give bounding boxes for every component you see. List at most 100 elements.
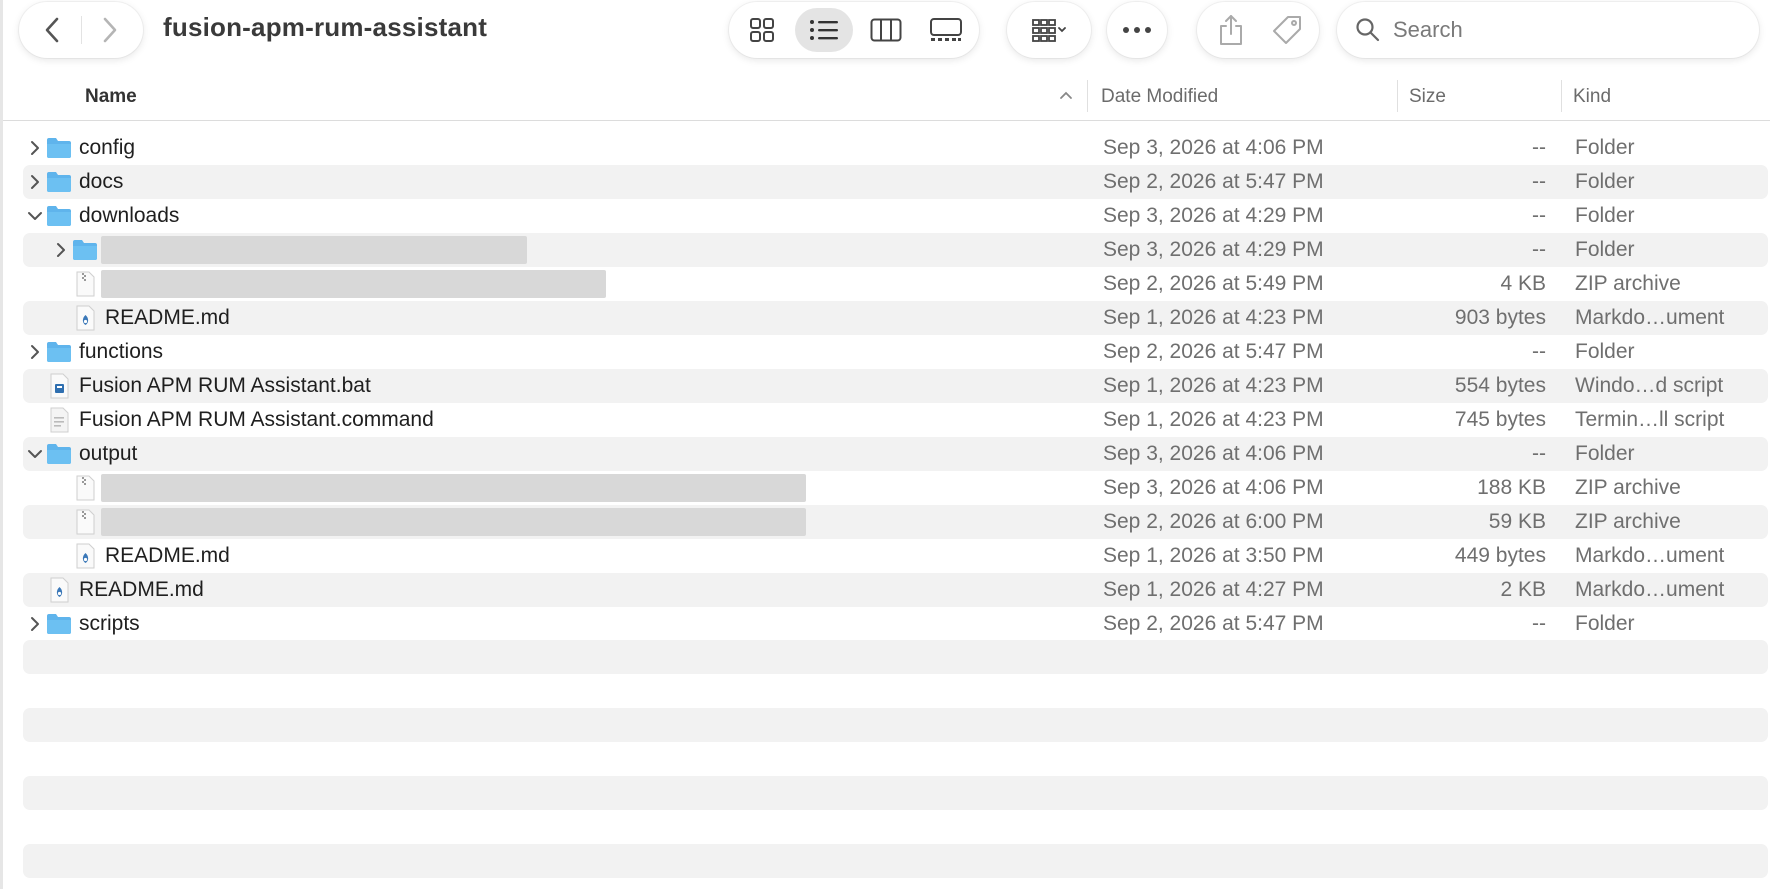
date-modified: Sep 1, 2026 at 4:23 PM	[1103, 306, 1324, 329]
file-size: --	[1532, 170, 1546, 193]
tag-icon	[1273, 16, 1301, 44]
more-actions-button[interactable]	[1107, 2, 1167, 58]
folder-icon	[45, 338, 73, 366]
file-row[interactable]: docs Sep 2, 2026 at 5:47 PM -- Folder	[23, 165, 1768, 199]
column-date-header[interactable]: Date Modified	[1101, 86, 1218, 108]
date-modified: Sep 2, 2026 at 5:47 PM	[1103, 340, 1324, 363]
file-kind: ZIP archive	[1575, 476, 1681, 499]
empty-row	[23, 776, 1768, 810]
column-view-button[interactable]	[857, 8, 915, 52]
file-size: --	[1532, 238, 1546, 261]
column-divider[interactable]	[1561, 80, 1562, 112]
file-kind: Folder	[1575, 340, 1635, 363]
disclosure-collapsed-icon[interactable]	[25, 342, 45, 362]
list-icon	[810, 20, 838, 40]
date-modified: Sep 2, 2026 at 5:47 PM	[1103, 170, 1324, 193]
file-size: 554 bytes	[1454, 374, 1546, 397]
file-row[interactable]: output Sep 3, 2026 at 4:06 PM -- Folder	[23, 437, 1768, 471]
list-view-button[interactable]	[795, 8, 853, 52]
back-button[interactable]	[23, 2, 81, 58]
search-field[interactable]: Search	[1337, 2, 1759, 58]
markdown-file-icon	[71, 304, 99, 332]
file-size: 59 KB	[1488, 510, 1546, 533]
file-kind: Folder	[1575, 612, 1635, 635]
file-row[interactable]: Sep 3, 2026 at 4:29 PM -- Folder	[23, 233, 1768, 267]
file-name: Fusion APM RUM Assistant.command	[79, 408, 434, 431]
file-size: 903 bytes	[1454, 306, 1546, 329]
date-modified: Sep 2, 2026 at 5:49 PM	[1103, 272, 1324, 295]
markdown-file-icon	[45, 576, 73, 604]
file-row[interactable]: functions Sep 2, 2026 at 5:47 PM -- Folder	[23, 335, 1768, 369]
file-row[interactable]: README.md Sep 1, 2026 at 4:27 PM 2 KB Markd…	[23, 573, 1768, 607]
file-size: 2 KB	[1500, 578, 1546, 601]
file-row[interactable]: Sep 2, 2026 at 5:49 PM 4 KB ZIP archive	[23, 267, 1768, 301]
sort-ascending-icon[interactable]	[1059, 90, 1073, 100]
share-icon	[1220, 15, 1242, 45]
gallery-view-button[interactable]	[917, 8, 975, 52]
disclosure-expanded-icon[interactable]	[25, 444, 45, 464]
file-kind: Markdo…ument	[1575, 544, 1725, 567]
folder-icon	[45, 202, 73, 230]
file-kind: Folder	[1575, 170, 1635, 193]
empty-row	[23, 640, 1768, 674]
column-kind-header[interactable]: Kind	[1573, 86, 1611, 108]
file-kind: Folder	[1575, 136, 1635, 159]
file-row[interactable]: Fusion APM RUM Assistant.bat Sep 1, 2026 …	[23, 369, 1768, 403]
file-kind: Folder	[1575, 442, 1635, 465]
gallery-icon	[930, 18, 962, 41]
date-modified: Sep 3, 2026 at 4:29 PM	[1103, 238, 1324, 261]
search-placeholder[interactable]: Search	[1393, 17, 1463, 43]
column-size-header[interactable]: Size	[1409, 86, 1446, 108]
file-size: 4 KB	[1500, 272, 1546, 295]
column-header: Name Date Modified Size Kind	[3, 80, 1770, 121]
disclosure-collapsed-icon[interactable]	[25, 614, 45, 634]
window-title: fusion-apm-rum-assistant	[163, 12, 488, 42]
disclosure-collapsed-icon[interactable]	[25, 138, 45, 158]
file-row[interactable]: Fusion APM RUM Assistant.command Sep 1, 2…	[23, 403, 1768, 437]
file-row[interactable]: Sep 3, 2026 at 4:06 PM 188 KB ZIP archive	[23, 471, 1768, 505]
date-modified: Sep 1, 2026 at 4:27 PM	[1103, 578, 1324, 601]
view-switcher	[729, 2, 979, 58]
icon-view-button[interactable]	[733, 8, 791, 52]
redacted-filename	[101, 236, 527, 264]
forward-button[interactable]	[81, 2, 139, 58]
file-kind: Folder	[1575, 238, 1635, 261]
column-divider[interactable]	[1087, 80, 1088, 112]
file-kind: Folder	[1575, 204, 1635, 227]
file-kind: Windo…d script	[1575, 374, 1724, 397]
empty-row	[23, 708, 1768, 742]
file-row[interactable]: Sep 2, 2026 at 6:00 PM 59 KB ZIP archive	[23, 505, 1768, 539]
file-row[interactable]: scripts Sep 2, 2026 at 5:47 PM -- Folder	[23, 607, 1768, 641]
file-name: output	[79, 442, 138, 465]
file-size: 449 bytes	[1454, 544, 1546, 567]
folder-icon	[71, 236, 99, 264]
redacted-filename	[101, 270, 606, 298]
file-row[interactable]: README.md Sep 1, 2026 at 4:23 PM 903 bytes…	[23, 301, 1768, 335]
group-button[interactable]	[1007, 2, 1091, 58]
chevron-left-icon	[45, 17, 59, 43]
date-modified: Sep 2, 2026 at 5:47 PM	[1103, 612, 1324, 635]
date-modified: Sep 3, 2026 at 4:06 PM	[1103, 476, 1324, 499]
file-size: 745 bytes	[1454, 408, 1546, 431]
file-row[interactable]: config Sep 3, 2026 at 4:06 PM -- Folder	[23, 131, 1768, 165]
navigation-group	[19, 2, 143, 58]
disclosure-collapsed-icon[interactable]	[51, 240, 71, 260]
file-name: Fusion APM RUM Assistant.bat	[79, 374, 371, 397]
file-name: docs	[79, 170, 124, 193]
share-button[interactable]	[1203, 2, 1259, 58]
file-row[interactable]: downloads Sep 3, 2026 at 4:29 PM -- Folder	[23, 199, 1768, 233]
file-size: 188 KB	[1477, 476, 1546, 499]
markdown-file-icon	[71, 542, 99, 570]
file-name: functions	[79, 340, 164, 363]
column-divider[interactable]	[1397, 80, 1398, 112]
folder-icon	[45, 440, 73, 468]
chevron-right-icon	[103, 17, 117, 43]
disclosure-collapsed-icon[interactable]	[25, 172, 45, 192]
file-size: --	[1532, 340, 1546, 363]
toolbar: fusion-apm-rum-assistant Search	[3, 0, 1770, 62]
disclosure-expanded-icon[interactable]	[25, 206, 45, 226]
tag-button[interactable]	[1259, 2, 1315, 58]
column-name-header[interactable]: Name	[85, 86, 137, 108]
file-row[interactable]: README.md Sep 1, 2026 at 3:50 PM 449 bytes…	[23, 539, 1768, 573]
date-modified: Sep 1, 2026 at 3:50 PM	[1103, 544, 1324, 567]
